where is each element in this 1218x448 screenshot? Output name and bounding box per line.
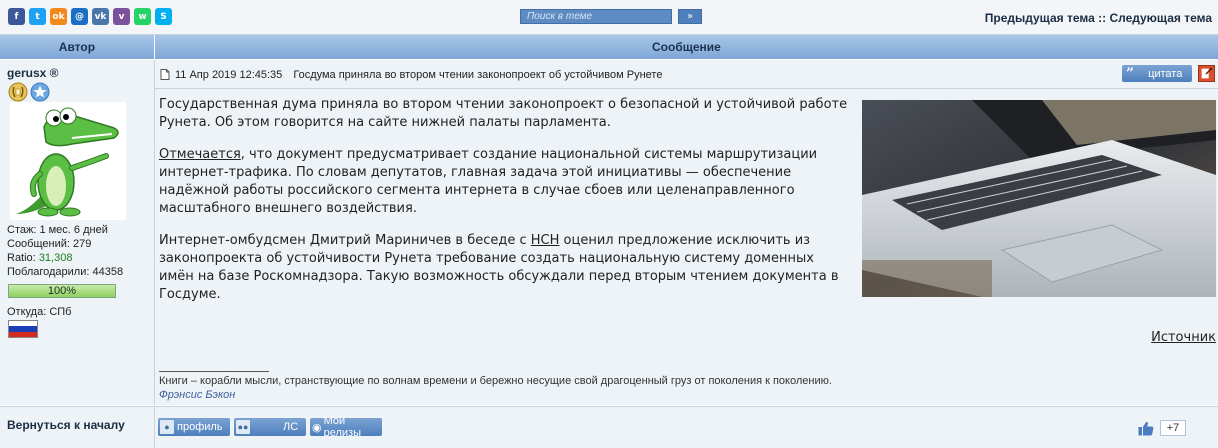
nsn-link[interactable]: НСН <box>531 233 560 248</box>
avatar <box>10 102 126 220</box>
russia-flag-icon <box>8 320 38 338</box>
post-document-icon[interactable] <box>160 69 170 80</box>
users-icon: ●● <box>236 420 250 434</box>
signature-text: Книги – корабли мысли, странствующие по … <box>159 375 832 387</box>
post-body: Государственная дума приняла во втором ч… <box>159 96 849 318</box>
topic-navigation: Предыдущая тема :: Следующая тема <box>985 11 1212 25</box>
profile-button-label: профиль <box>177 421 223 433</box>
whatsapp-icon[interactable]: w <box>134 8 151 25</box>
search-submit-button[interactable]: » <box>678 9 702 24</box>
profile-icon: ● <box>160 420 174 434</box>
post-paragraph-2: Отмечается, что документ предусматривает… <box>159 146 849 218</box>
laurel-badge-icon <box>8 82 28 102</box>
mentioned-link[interactable]: Отмечается <box>159 147 241 162</box>
post-paragraph-3: Интернет-омбудсмен Дмитрий Мариничев в б… <box>159 232 849 304</box>
rank-icons <box>8 82 50 102</box>
private-message-button[interactable]: ●● ЛС <box>234 418 306 436</box>
next-topic-link[interactable]: Следующая тема <box>1109 11 1212 25</box>
author-ratio: Ratio: 31,308 <box>7 251 152 265</box>
post-footer: Вернуться к началу ● профиль ●● ЛС ◉ Мои… <box>0 406 1218 448</box>
message-header: 11 Апр 2019 12:45:35 Госдума приняла во … <box>155 60 1218 89</box>
author-progress-bar: 100% <box>8 284 116 298</box>
author-panel: gerusx ® Стаж: 1 мес. 6 дней Сообщений: … <box>0 60 155 405</box>
laptop-photo <box>862 100 1216 297</box>
releases-icon: ◉ <box>312 421 322 434</box>
my-releases-button[interactable]: ◉ Мои релизы <box>310 415 382 439</box>
search-input[interactable]: Поиск в теме <box>520 9 672 24</box>
quote-button[interactable]: ” цитата <box>1122 65 1192 82</box>
author-posts: Сообщений: 279 <box>7 238 92 250</box>
author-column-header: Автор <box>0 35 155 59</box>
post-title: Госдума приняла во втором чтении законоп… <box>293 69 663 81</box>
quote-button-label: цитата <box>1148 67 1183 80</box>
back-to-top-link[interactable]: Вернуться к началу <box>7 418 125 432</box>
post-meta: 11 Апр 2019 12:45:35 Госдума приняла во … <box>175 69 662 81</box>
post-date: 11 Апр 2019 12:45:35 <box>175 69 283 81</box>
thumbs-up-icon[interactable] <box>1138 421 1154 436</box>
message-panel: 11 Апр 2019 12:45:35 Госдума приняла во … <box>155 60 1218 405</box>
post-paragraph-1: Государственная дума приняла во втором ч… <box>159 97 848 130</box>
report-icon[interactable] <box>1198 65 1215 82</box>
like-count: +7 <box>1160 420 1186 436</box>
topic-nav-separator: :: <box>1098 11 1107 25</box>
skype-icon[interactable]: S <box>155 8 172 25</box>
twitter-icon[interactable]: t <box>29 8 46 25</box>
table-header: Автор Сообщение <box>0 35 1218 59</box>
author-stats: Стаж: 1 мес. 6 дней Сообщений: 279 Ratio… <box>7 223 152 279</box>
author-tenure: Стаж: 1 мес. 6 дней <box>7 224 108 236</box>
profile-button[interactable]: ● профиль <box>158 418 230 436</box>
facebook-icon[interactable]: f <box>8 8 25 25</box>
author-location: Откуда: СПб <box>7 306 72 318</box>
source-link[interactable]: Источник <box>1151 330 1216 345</box>
paragraph-3-start: Интернет-омбудсмен Дмитрий Мариничев в б… <box>159 233 531 248</box>
ratio-value: 31,308 <box>38 252 73 264</box>
ratio-label: Ratio: <box>7 252 36 264</box>
viber-icon[interactable]: v <box>113 8 130 25</box>
signature-divider <box>159 371 269 372</box>
vkontakte-icon[interactable]: vk <box>92 8 109 25</box>
top-bar: f t ok @ vk v w S Поиск в теме » Предыдущая тем… <box>0 0 1218 35</box>
signature-author: Фрэнсис Бэкон <box>159 389 236 401</box>
share-icons: f t ok @ vk v w S <box>8 8 172 25</box>
releases-button-label: Мои релизы <box>323 415 361 439</box>
star-badge-icon <box>30 82 50 102</box>
paragraph-2-text: , что документ предусматривает создание … <box>159 147 818 216</box>
author-thanks: Поблагодарили: 44358 <box>7 266 124 278</box>
message-column-header: Сообщение <box>154 35 1218 59</box>
footer-divider <box>154 407 155 448</box>
progress-label: 100% <box>47 285 77 297</box>
odnoklassniki-icon[interactable]: ok <box>50 8 67 25</box>
quote-icon: ” <box>1126 65 1135 82</box>
previous-topic-link[interactable]: Предыдущая тема <box>985 11 1095 25</box>
pm-button-label: ЛС <box>283 421 299 433</box>
author-name[interactable]: gerusx ® <box>7 66 59 80</box>
moimir-icon[interactable]: @ <box>71 8 88 25</box>
